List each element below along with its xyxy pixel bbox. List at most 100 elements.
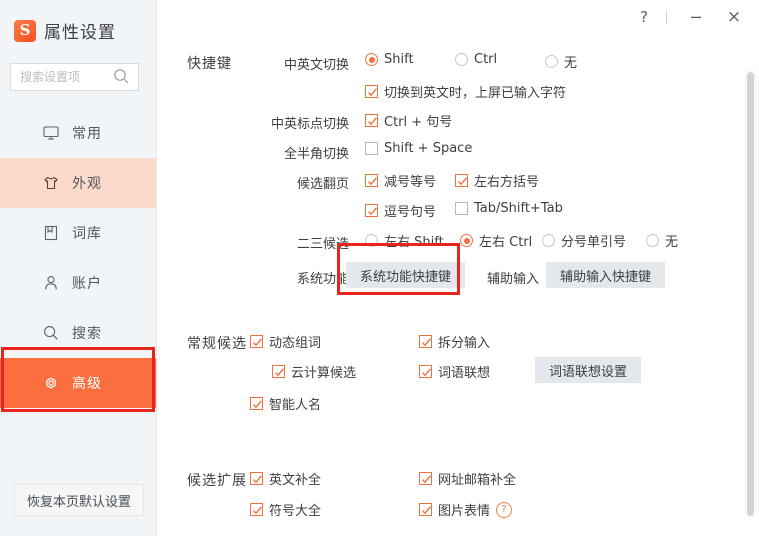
sidebar-item-label: 搜索 <box>72 323 102 343</box>
checkbox-indicator <box>365 174 378 187</box>
sidebar-item-zhanghu[interactable]: 账户 <box>0 258 157 308</box>
radio-indicator <box>455 53 468 66</box>
checkbox-split-input[interactable]: 拆分输入 <box>419 332 490 351</box>
monitor-icon <box>42 124 60 142</box>
help-button[interactable]: ? <box>631 4 657 30</box>
sidebar-item-label: 词库 <box>72 223 102 243</box>
sidebar-item-label: 高级 <box>72 373 102 393</box>
checkbox-english-complete[interactable]: 英文补全 <box>250 469 321 488</box>
radio-second-third-none[interactable]: 无 <box>646 231 678 250</box>
section-title-candidate-ext: 候选扩展 <box>187 470 247 490</box>
sidebar-item-waiguan[interactable]: 外观 <box>0 158 157 208</box>
radio-cn-en-ctrl[interactable]: Ctrl <box>455 52 497 67</box>
checkbox-label: 词语联想 <box>438 362 490 381</box>
checkbox-dynamic-word[interactable]: 动态组词 <box>250 332 321 351</box>
label-assist-input: 辅助输入 <box>477 268 539 287</box>
checkbox-minus-equal[interactable]: 减号等号 <box>365 171 436 190</box>
checkbox-label: 切换到英文时，上屏已输入字符 <box>384 82 566 101</box>
user-icon <box>42 274 60 292</box>
checkbox-shift-space[interactable]: Shift + Space <box>365 141 472 156</box>
checkbox-label: 智能人名 <box>269 394 321 413</box>
app-brand: S 属性设置 <box>14 18 116 43</box>
checkbox-indicator <box>250 472 263 485</box>
scrollbar-thumb[interactable] <box>747 72 754 516</box>
sidebar: S 属性设置 常用 <box>0 0 157 536</box>
radio-label: 左右 Ctrl <box>479 231 532 250</box>
titlebar-separator <box>666 10 667 24</box>
sidebar-item-sousuo[interactable]: 搜索 <box>0 308 157 358</box>
radio-semicolon-quote[interactable]: 分号单引号 <box>542 231 626 250</box>
label-punct-switch: 中英标点切换 <box>245 113 349 132</box>
checkbox-indicator <box>250 335 263 348</box>
checkbox-indicator <box>365 114 378 127</box>
sidebar-item-label: 外观 <box>72 173 102 193</box>
checkbox-indicator <box>455 202 468 215</box>
checkbox-indicator <box>419 503 432 516</box>
gear-icon <box>42 374 60 392</box>
checkbox-tab-shift-tab[interactable]: Tab/Shift+Tab <box>455 201 563 216</box>
sidebar-item-label: 账户 <box>72 273 102 293</box>
label-second-third-candidate: 二三候选 <box>245 233 349 252</box>
sidebar-item-label: 常用 <box>72 123 102 143</box>
checkbox-indicator <box>365 142 378 155</box>
close-button[interactable]: × <box>721 4 747 30</box>
radio-lr-ctrl[interactable]: 左右 Ctrl <box>460 231 532 250</box>
checkbox-label: 云计算候选 <box>291 362 356 381</box>
label-cn-en-switch: 中英文切换 <box>245 54 349 73</box>
checkbox-label: 英文补全 <box>269 469 321 488</box>
checkbox-indicator <box>419 335 432 348</box>
radio-indicator <box>542 234 555 247</box>
radio-lr-shift[interactable]: 左右 Shift <box>365 231 444 250</box>
search-input[interactable] <box>18 69 118 85</box>
sidebar-item-gaoji[interactable]: 高级 <box>0 358 157 408</box>
checkbox-label: 逗号句号 <box>384 201 436 220</box>
search-settings-box[interactable] <box>10 63 139 91</box>
sidebar-nav: 常用 外观 词库 <box>0 108 157 408</box>
checkbox-label: Shift + Space <box>384 141 472 156</box>
radio-label: 无 <box>564 52 577 71</box>
assist-input-shortcut-button[interactable]: 辅助输入快捷键 <box>546 262 665 288</box>
properties-settings-window: S 属性设置 常用 <box>0 0 759 536</box>
system-function-shortcut-button[interactable]: 系统功能快捷键 <box>346 262 465 288</box>
radio-cn-en-shift[interactable]: Shift <box>365 52 414 67</box>
checkbox-label: Tab/Shift+Tab <box>474 201 563 216</box>
checkbox-indicator <box>365 204 378 217</box>
search-icon <box>42 324 60 342</box>
minimize-button[interactable]: ─ <box>683 4 709 30</box>
checkbox-picture-emoji[interactable]: 图片表情 ? <box>419 500 512 519</box>
radio-indicator <box>646 234 659 247</box>
checkbox-symbol-collection[interactable]: 符号大全 <box>250 500 321 519</box>
window-titlebar: ? ─ × <box>157 0 759 34</box>
label-system-function: 系统功能 <box>245 268 349 287</box>
checkbox-label: Ctrl + 句号 <box>384 111 452 130</box>
radio-indicator <box>365 234 378 247</box>
label-width-switch: 全半角切换 <box>245 143 349 162</box>
checkbox-word-association[interactable]: 词语联想 <box>419 362 490 381</box>
checkbox-label: 减号等号 <box>384 171 436 190</box>
settings-content-panel: 快捷键 中英文切换 Shift Ctrl 无 切换到英文时，上屏已输入字符 中英… <box>157 34 759 536</box>
help-circle-icon[interactable]: ? <box>496 502 512 518</box>
checkbox-label: 拆分输入 <box>438 332 490 351</box>
radio-indicator <box>460 234 473 247</box>
checkbox-indicator <box>365 85 378 98</box>
section-title-shortcut: 快捷键 <box>187 53 232 73</box>
section-title-normal-candidate: 常规候选 <box>187 333 247 353</box>
radio-indicator <box>365 53 378 66</box>
sidebar-item-ciku[interactable]: 词库 <box>0 208 157 258</box>
word-association-settings-button[interactable]: 词语联想设置 <box>535 357 641 383</box>
radio-label: 分号单引号 <box>561 231 626 250</box>
checkbox-smart-person-name[interactable]: 智能人名 <box>250 394 321 413</box>
radio-label: 左右 Shift <box>384 231 444 250</box>
checkbox-punct-ctrl-period[interactable]: Ctrl + 句号 <box>365 111 452 130</box>
radio-cn-en-none[interactable]: 无 <box>545 52 577 71</box>
checkbox-cloud-candidate[interactable]: 云计算候选 <box>272 362 356 381</box>
label-page-turn: 候选翻页 <box>245 173 349 192</box>
checkbox-url-email-complete[interactable]: 网址邮箱补全 <box>419 469 516 488</box>
book-icon <box>42 224 60 242</box>
sidebar-item-changyong[interactable]: 常用 <box>0 108 157 158</box>
checkbox-indicator <box>419 365 432 378</box>
restore-defaults-button[interactable]: 恢复本页默认设置 <box>14 484 144 516</box>
checkbox-comma-period[interactable]: 逗号句号 <box>365 201 436 220</box>
checkbox-square-brackets[interactable]: 左右方括号 <box>455 171 539 190</box>
checkbox-commit-on-switch[interactable]: 切换到英文时，上屏已输入字符 <box>365 82 566 101</box>
